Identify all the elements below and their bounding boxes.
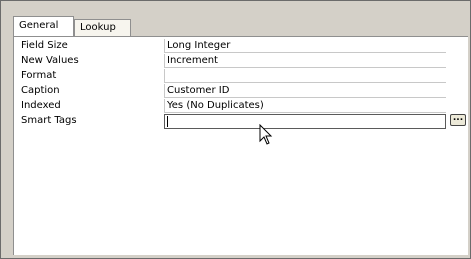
property-row-indexed[interactable]: Indexed Yes (No Duplicates) xyxy=(14,99,470,113)
property-row-new-values[interactable]: New Values Increment xyxy=(14,54,470,68)
property-row-format[interactable]: Format xyxy=(14,69,470,83)
property-label: New Values xyxy=(21,55,79,66)
text-cursor xyxy=(167,116,168,127)
smart-tags-input[interactable] xyxy=(164,114,446,129)
tab-general[interactable]: General xyxy=(13,16,74,36)
property-value-new-values[interactable]: Increment xyxy=(164,54,446,68)
property-label: Caption xyxy=(21,85,60,96)
property-label: Indexed xyxy=(21,100,61,111)
property-row-caption[interactable]: Caption Customer ID xyxy=(14,84,470,98)
property-row-smart-tags[interactable]: Smart Tags ... xyxy=(14,114,470,129)
property-value-caption[interactable]: Customer ID xyxy=(164,84,446,98)
property-label: Field Size xyxy=(21,40,68,51)
property-value-format[interactable] xyxy=(164,69,446,83)
mouse-pointer-icon xyxy=(259,124,273,145)
property-label: Smart Tags xyxy=(21,115,77,126)
field-properties-window: General Lookup Field Size Long Integer N… xyxy=(0,0,471,259)
ellipsis-icon: ... xyxy=(452,113,464,123)
field-properties-panel: Field Size Long Integer New Values Incre… xyxy=(13,36,468,255)
property-value-indexed[interactable]: Yes (No Duplicates) xyxy=(164,99,446,113)
tab-strip: General Lookup xyxy=(13,15,453,37)
property-row-field-size[interactable]: Field Size Long Integer xyxy=(14,39,470,53)
property-value-field-size[interactable]: Long Integer xyxy=(164,39,446,53)
property-label: Format xyxy=(21,70,57,81)
tab-lookup[interactable]: Lookup xyxy=(74,19,131,36)
builder-button[interactable]: ... xyxy=(450,114,466,126)
